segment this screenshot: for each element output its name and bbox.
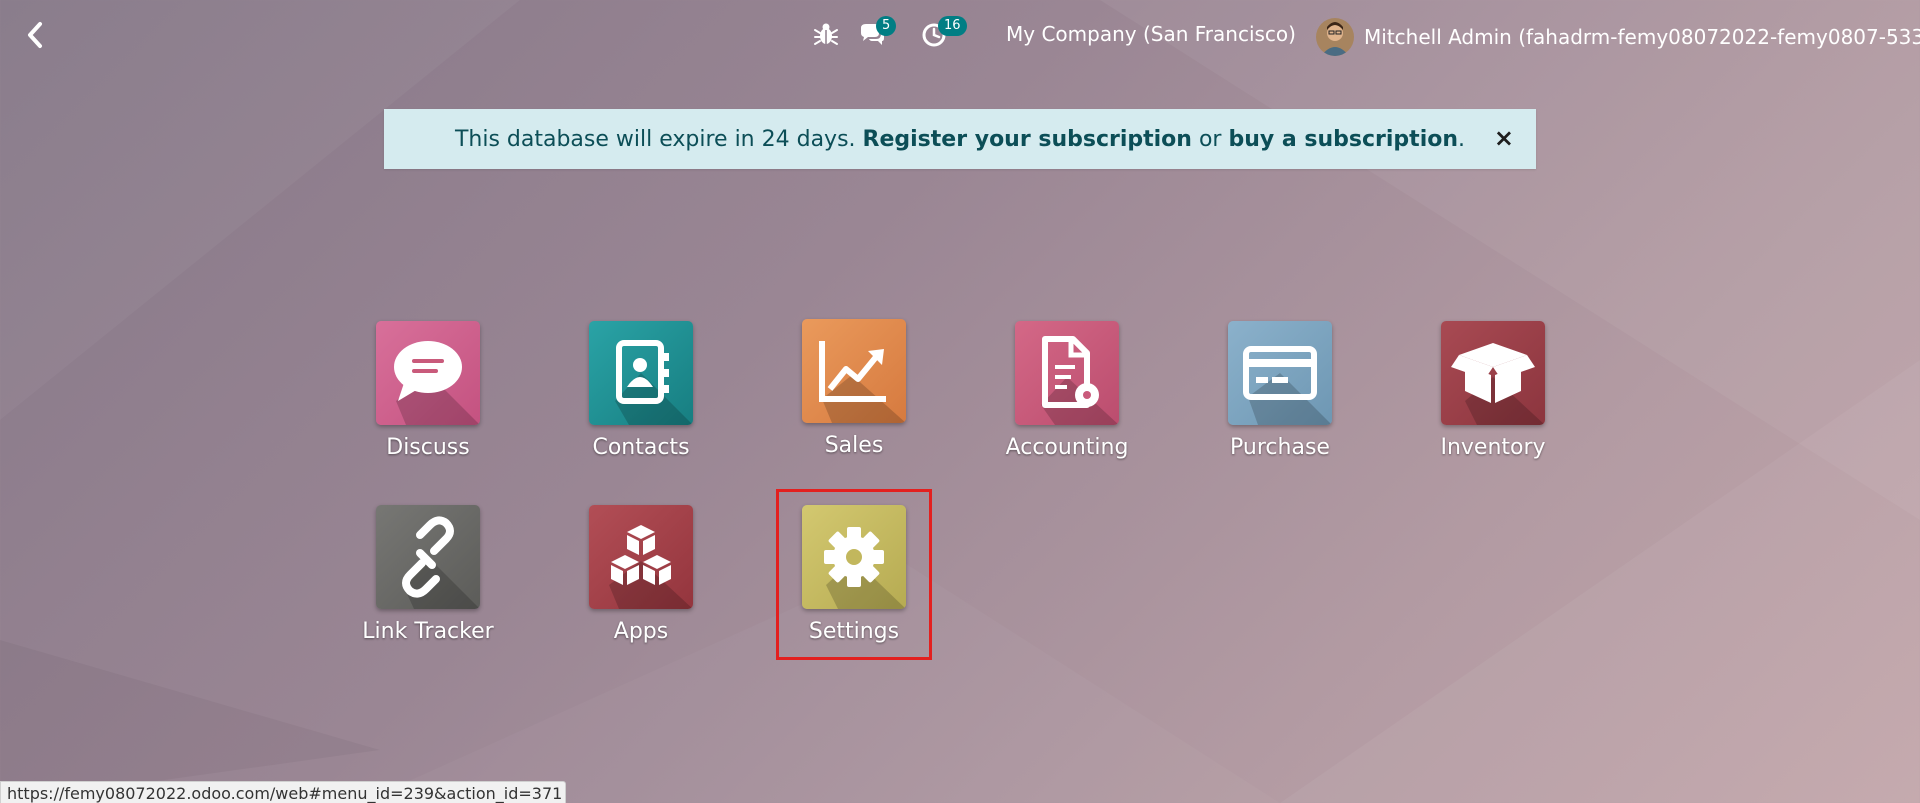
app-accounting[interactable]: Accounting — [977, 321, 1157, 489]
app-inventory[interactable]: Inventory — [1403, 321, 1583, 489]
app-icon-tile — [802, 319, 906, 423]
app-settings[interactable]: Settings — [764, 505, 944, 673]
app-icon-tile — [376, 321, 480, 425]
app-icon-tile — [589, 505, 693, 609]
app-label: Contacts — [592, 435, 690, 460]
credit-card-icon — [1243, 346, 1332, 425]
chevron-left-icon — [28, 22, 42, 48]
activity-menu-button[interactable]: 16 — [920, 16, 967, 48]
app-icon-tile — [376, 505, 480, 609]
app-icon-tile — [1228, 321, 1332, 425]
cubes-icon — [609, 525, 693, 609]
app-icon-tile — [589, 321, 693, 425]
app-purchase[interactable]: Purchase — [1190, 321, 1370, 489]
app-label: Purchase — [1230, 435, 1330, 460]
alert-or-text: or — [1198, 126, 1222, 152]
messaging-menu-button[interactable]: 5 — [858, 16, 897, 48]
chat-bubble-icon — [394, 341, 480, 425]
user-name: Mitchell Admin (fahadrm-femy08072022-fem… — [1364, 25, 1920, 49]
app-label: Settings — [808, 619, 900, 644]
app-apps[interactable]: Apps — [551, 505, 731, 673]
app-label: Apps — [613, 619, 669, 644]
gear-icon — [824, 527, 906, 609]
app-icon-tile — [1441, 321, 1545, 425]
app-discuss[interactable]: Discuss — [338, 321, 518, 489]
register-subscription-link[interactable]: Register your subscription — [863, 127, 1192, 152]
link-icon — [402, 516, 480, 609]
top-navbar: 5 16 My Company (San Francisco) Mitchell… — [0, 0, 1920, 72]
user-menu[interactable]: Mitchell Admin (fahadrm-femy08072022-fem… — [1316, 17, 1920, 57]
app-icon-tile — [1015, 321, 1119, 425]
buy-subscription-link[interactable]: buy a subscription — [1228, 127, 1458, 152]
app-link-tracker[interactable]: Link Tracker — [338, 505, 518, 673]
database-expiration-alert: This database will expire in 24 days. Re… — [384, 109, 1536, 169]
app-label: Link Tracker — [362, 619, 494, 644]
trend-chart-icon — [819, 341, 906, 423]
activity-count-badge: 16 — [938, 16, 967, 36]
bug-icon — [814, 23, 838, 45]
app-label: Inventory — [1440, 435, 1546, 460]
box-icon — [1451, 343, 1545, 425]
close-alert-button[interactable]: × — [1494, 126, 1514, 150]
debug-mode-button[interactable] — [812, 20, 840, 48]
alert-period: . — [1458, 126, 1466, 152]
avatar — [1316, 18, 1354, 56]
app-label: Accounting — [1005, 435, 1129, 460]
link-status-bar: https://femy08072022.odoo.com/web#menu_i… — [0, 781, 566, 803]
back-button[interactable] — [20, 18, 50, 52]
document-gear-icon — [1041, 336, 1119, 425]
alert-text: This database will expire in 24 days. — [454, 126, 856, 152]
app-contacts[interactable]: Contacts — [551, 321, 731, 489]
company-switcher[interactable]: My Company (San Francisco) — [1006, 22, 1296, 46]
app-sales[interactable]: Sales — [764, 319, 944, 487]
app-label: Discuss — [386, 435, 470, 460]
messages-count-badge: 5 — [876, 16, 897, 36]
app-icon-tile — [802, 505, 906, 609]
app-label: Sales — [824, 433, 884, 458]
address-book-icon — [615, 340, 693, 425]
